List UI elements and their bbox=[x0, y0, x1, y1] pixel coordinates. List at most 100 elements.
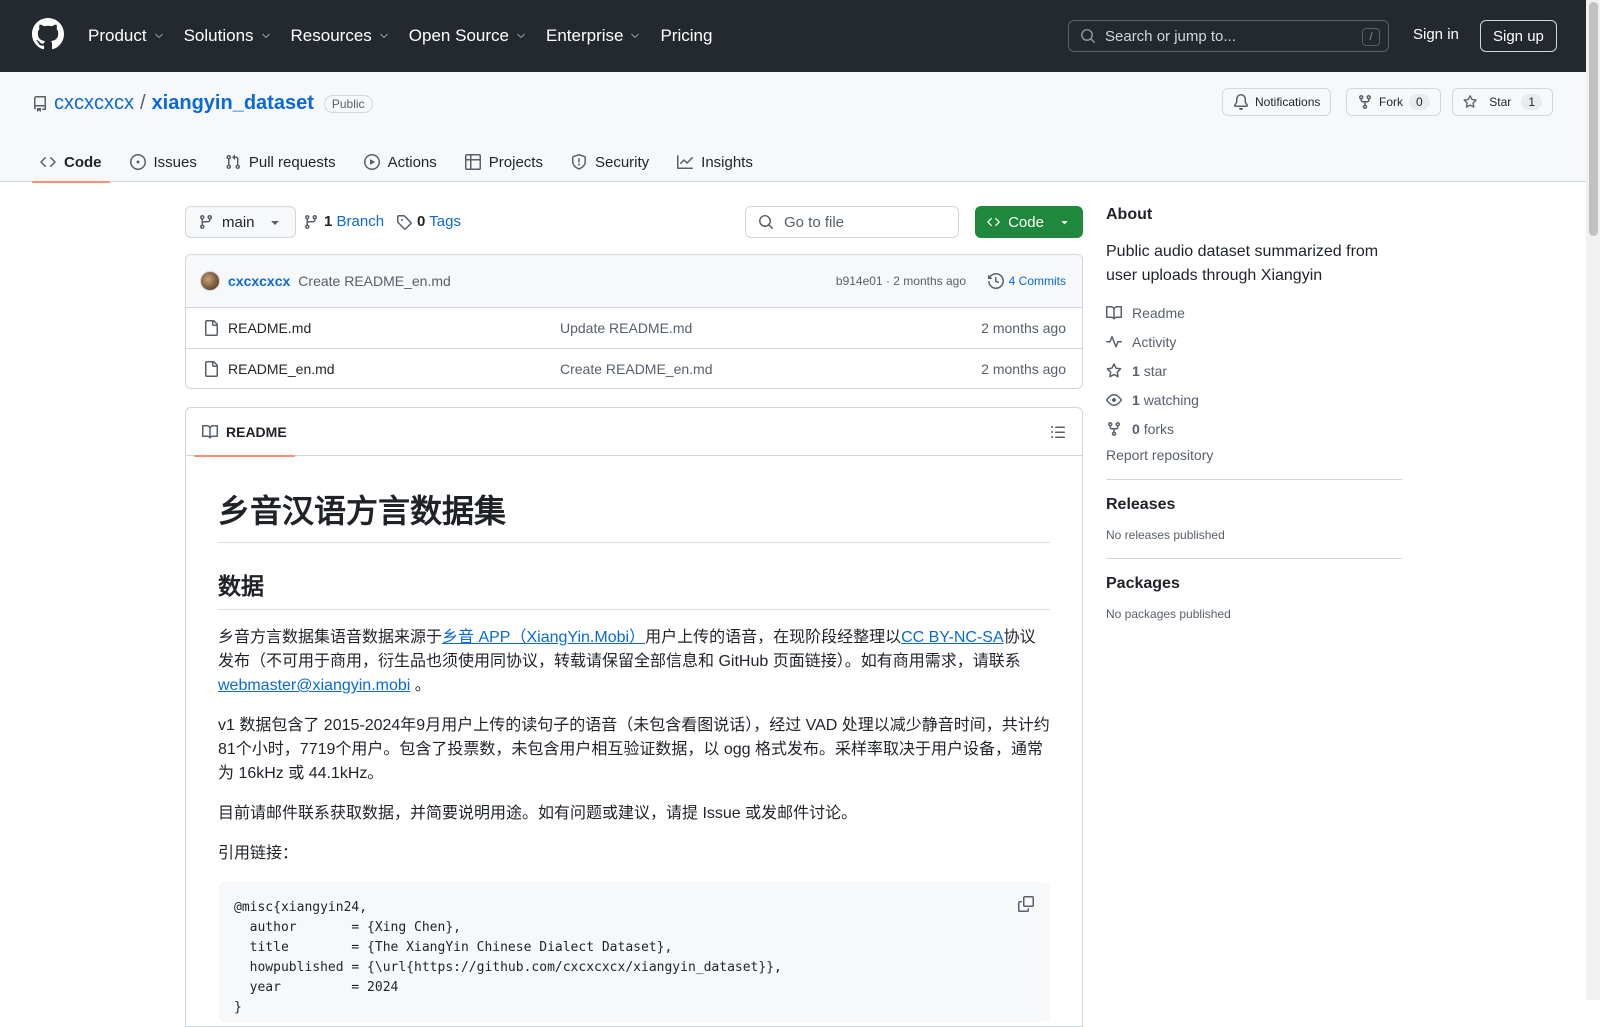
email-link[interactable]: webmaster@xiangyin.mobi bbox=[218, 677, 410, 694]
readme-link[interactable]: Readme bbox=[1106, 298, 1402, 327]
tab-projects[interactable]: Projects bbox=[457, 142, 551, 182]
watchers-link[interactable]: 1 watching bbox=[1106, 385, 1402, 414]
divider bbox=[1106, 479, 1402, 480]
tag-icon bbox=[397, 214, 412, 230]
star-count: 1 bbox=[1521, 94, 1542, 110]
divider bbox=[1106, 558, 1402, 559]
stars-label: star bbox=[1143, 362, 1168, 379]
commit-author-link[interactable]: cxcxcxcx bbox=[228, 273, 290, 289]
sign-up-button[interactable]: Sign up bbox=[1480, 20, 1557, 52]
repo-icon bbox=[34, 95, 46, 112]
copy-icon[interactable] bbox=[1018, 896, 1034, 912]
releases-title[interactable]: Releases bbox=[1106, 496, 1402, 514]
about-title: About bbox=[1106, 206, 1153, 223]
file-name-link[interactable]: README_en.md bbox=[228, 361, 335, 377]
star-icon bbox=[1463, 95, 1477, 108]
branches-link[interactable]: 1 Branch bbox=[303, 213, 384, 230]
forks-label: forks bbox=[1143, 420, 1175, 437]
about-list: Readme Activity 1 star 1 watching 0 fork… bbox=[1106, 298, 1402, 443]
stars-count: 1 bbox=[1132, 362, 1140, 379]
chevron-down-icon bbox=[631, 33, 640, 39]
packages-empty: No packages published bbox=[1106, 607, 1231, 621]
text-span: 用户上传的语音，在现阶段经整理以 bbox=[645, 629, 902, 646]
tag-count: 0 bbox=[417, 213, 426, 230]
star-icon bbox=[1106, 362, 1122, 377]
nav-open-source-label: Open Source bbox=[408, 26, 509, 45]
nav-enterprise-label: Enterprise bbox=[545, 26, 624, 45]
repo-name-link[interactable]: xiangyin_dataset bbox=[152, 92, 314, 115]
notifications-button[interactable]: Notifications bbox=[1222, 88, 1332, 116]
tab-pull-requests[interactable]: Pull requests bbox=[217, 142, 344, 182]
readme-header: README bbox=[186, 408, 1082, 457]
branch-icon bbox=[199, 215, 212, 230]
bell-icon bbox=[1233, 94, 1248, 110]
file-icon bbox=[205, 361, 218, 377]
file-date: 2 months ago bbox=[981, 361, 1066, 377]
file-commit-message[interactable]: Update README.md bbox=[560, 320, 692, 336]
table-icon bbox=[464, 154, 481, 170]
avatar[interactable] bbox=[200, 271, 220, 291]
visibility-badge: Public bbox=[323, 94, 373, 113]
code-dropdown-button[interactable]: Code bbox=[975, 206, 1083, 238]
commits-link[interactable]: 4 Commits bbox=[987, 273, 1066, 289]
commit-meta[interactable]: b914e01 · 2 months ago bbox=[836, 274, 966, 288]
packages-title[interactable]: Packages bbox=[1106, 575, 1402, 593]
fork-button[interactable]: Fork 0 bbox=[1346, 88, 1441, 116]
code-block: @misc{xiangyin24, author = {Xing Chen}, … bbox=[218, 882, 1050, 1022]
forks-link[interactable]: 0 forks bbox=[1106, 414, 1402, 443]
code-icon bbox=[40, 156, 56, 168]
tab-actions[interactable]: Actions bbox=[356, 142, 445, 182]
tab-issues[interactable]: Issues bbox=[122, 142, 205, 182]
tab-code-label: Code bbox=[64, 153, 102, 171]
chevron-down-icon bbox=[154, 33, 163, 39]
file-commit-message[interactable]: Create README_en.md bbox=[560, 361, 713, 377]
file-name-link[interactable]: README.md bbox=[228, 320, 311, 336]
go-to-file-input[interactable]: Go to file bbox=[745, 206, 959, 238]
pulse-icon bbox=[1106, 335, 1122, 347]
scrollbar-thumb[interactable] bbox=[1589, 2, 1598, 236]
tab-actions-label: Actions bbox=[387, 153, 437, 171]
tab-code[interactable]: Code bbox=[32, 142, 110, 183]
tags-link[interactable]: 0 Tags bbox=[396, 213, 461, 230]
nav-product[interactable]: Product bbox=[88, 24, 165, 48]
nav-pricing[interactable]: Pricing bbox=[660, 24, 712, 48]
readme-body: 乡音汉语方言数据集 数据 乡音方言数据集语音数据来源于乡音 APP（XiangY… bbox=[186, 486, 1082, 1022]
activity-link[interactable]: Activity bbox=[1106, 327, 1402, 356]
readme-panel: README 乡音汉语方言数据集 数据 乡音方言数据集语音数据来源于乡音 APP… bbox=[185, 407, 1083, 1027]
readme-link-label: Readme bbox=[1132, 304, 1185, 321]
table-row[interactable]: README.md Update README.md 2 months ago bbox=[186, 308, 1082, 349]
branch-select-button[interactable]: main bbox=[185, 206, 296, 238]
nav-enterprise[interactable]: Enterprise bbox=[546, 24, 641, 48]
issue-icon bbox=[129, 154, 146, 170]
search-icon bbox=[759, 215, 774, 230]
text-span: 乡音方言数据集语音数据来源于 bbox=[218, 629, 443, 646]
sign-in-link[interactable]: Sign in bbox=[1413, 26, 1459, 43]
report-repository-link[interactable]: Report repository bbox=[1106, 447, 1402, 463]
xiangyin-app-link[interactable]: 乡音 APP（XiangYin.Mobi） bbox=[442, 629, 645, 646]
readme-paragraph-4: 引用链接： bbox=[218, 845, 299, 862]
repo-owner-link[interactable]: cxcxcxcx bbox=[54, 92, 134, 115]
star-button[interactable]: Star 1 bbox=[1452, 88, 1553, 116]
nav-resources[interactable]: Resources bbox=[291, 24, 390, 48]
book-icon bbox=[1106, 305, 1122, 319]
branch-name: main bbox=[222, 213, 255, 231]
nav-solutions[interactable]: Solutions bbox=[184, 24, 272, 48]
text-span: 。 bbox=[410, 677, 431, 694]
list-unordered-icon[interactable] bbox=[1050, 424, 1066, 440]
commit-message-link[interactable]: Create README_en.md bbox=[298, 273, 451, 289]
repo-sidebar: About Public audio dataset summarized fr… bbox=[1106, 206, 1402, 621]
readme-tab[interactable]: README bbox=[194, 408, 295, 457]
readme-paragraph-3: 目前请邮件联系获取数据，并简要说明用途。如有问题或建议，请提 Issue 或发邮… bbox=[218, 805, 858, 822]
stars-link[interactable]: 1 star bbox=[1106, 356, 1402, 385]
nav-open-source[interactable]: Open Source bbox=[409, 24, 527, 48]
search-input[interactable]: Search or jump to... / bbox=[1068, 20, 1389, 52]
tab-security[interactable]: Security bbox=[563, 142, 657, 182]
github-logo-icon[interactable] bbox=[32, 18, 64, 50]
commits-count: 4 Commits bbox=[1008, 274, 1066, 288]
tab-insights[interactable]: Insights bbox=[669, 142, 761, 182]
license-link[interactable]: CC BY-NC-SA bbox=[901, 629, 1004, 646]
star-label: Star bbox=[1489, 95, 1512, 109]
history-icon bbox=[987, 273, 1004, 289]
pull-request-icon bbox=[226, 154, 240, 170]
table-row[interactable]: README_en.md Create README_en.md 2 month… bbox=[186, 349, 1082, 388]
